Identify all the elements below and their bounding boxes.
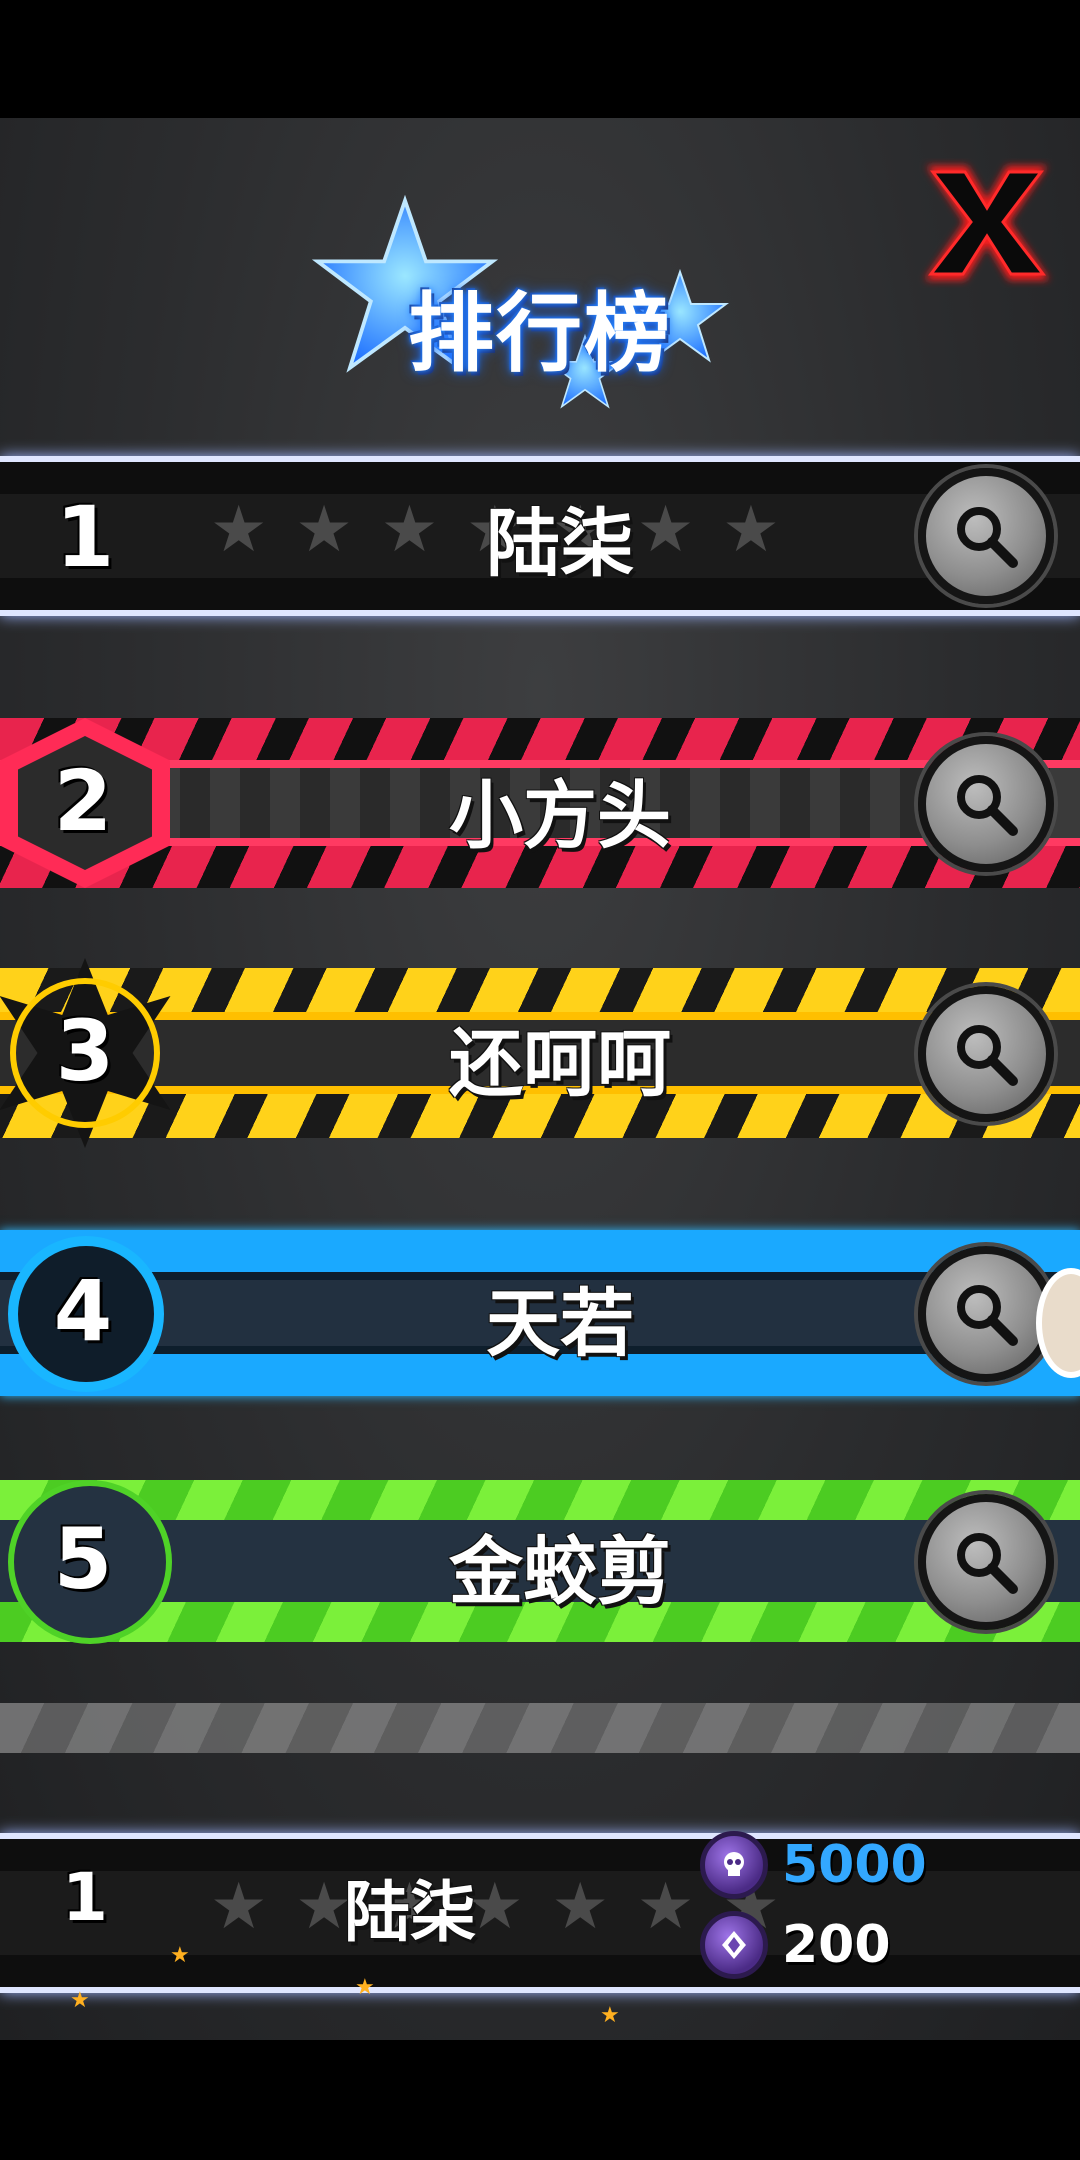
leaderboard-row-2: 2 小方头 [0,708,1080,898]
my-rank-row: ★ ★ ★ ★ ★ ★ ★ 1 陆柒 5000 200 ★ ★ ★ ★ [0,1763,1080,2033]
star-icon: ★ [636,1870,695,1944]
sparkle-icon: ★ [70,1988,90,2013]
leaderboard-row-3: 3 还呵呵 [0,958,1080,1148]
sparkle-icon: ★ [600,2003,620,2028]
leaderboard-row-4: 4 天若 [0,1218,1080,1408]
magnifier-icon [957,1533,1018,1594]
magnifier-icon [957,1025,1018,1086]
title-area: 排行榜 [310,173,770,423]
skull-coin-icon [700,1831,768,1899]
view-profile-button[interactable] [918,736,1054,872]
leaderboard-panel: 排行榜 ★ ★ ★ ★ ★ ★ ★ 1 陆柒 2 小方头 3 还呵呵 4 天若 … [0,118,1080,2040]
rank-number: 4 [53,1262,113,1360]
view-profile-button[interactable] [918,1494,1054,1630]
star-icon: ★ [210,493,268,567]
navigation-bar [0,2040,1080,2160]
page-title: 排行榜 [408,284,672,384]
score-stat: 5000 [700,1831,927,1899]
rank-number: 3 [55,1002,115,1100]
divider [0,1703,1080,1753]
my-player-name: 陆柒 [344,1874,476,1951]
gems-value: 200 [782,1915,891,1975]
gem-coin-icon [700,1911,768,1979]
sparkle-icon: ★ [355,1975,375,2000]
leaderboard-row-1: ★ ★ ★ ★ ★ ★ ★ 1 陆柒 [0,436,1080,636]
magnifier-icon [957,1285,1018,1346]
my-rank-number: 1 [62,1859,108,1936]
player-name: 金蛟剪 [449,1529,671,1615]
rank-number: 2 [53,752,113,850]
rank-number: 1 [55,488,115,586]
player-name: 天若 [486,1281,634,1367]
rank-number: 5 [53,1510,113,1608]
status-bar [0,0,1080,118]
player-name: 还呵呵 [449,1021,671,1107]
star-icon: ★ [551,1870,609,1944]
magnifier-icon [957,775,1018,836]
player-name: 陆柒 [486,501,634,587]
score-value: 5000 [782,1835,927,1895]
leaderboard-row-5: 5 金蛟剪 [0,1466,1080,1656]
star-icon: ★ [210,1870,268,1944]
magnifier-icon [957,507,1018,568]
view-profile-button[interactable] [918,986,1054,1122]
player-name: 小方头 [449,773,671,859]
view-profile-button[interactable] [918,1246,1054,1382]
close-icon [925,166,1049,280]
gems-stat: 200 [700,1911,891,1979]
close-button[interactable] [912,148,1062,298]
star-icon: ★ [295,493,353,567]
view-profile-button[interactable] [918,468,1054,604]
sparkle-icon: ★ [170,1943,190,1968]
